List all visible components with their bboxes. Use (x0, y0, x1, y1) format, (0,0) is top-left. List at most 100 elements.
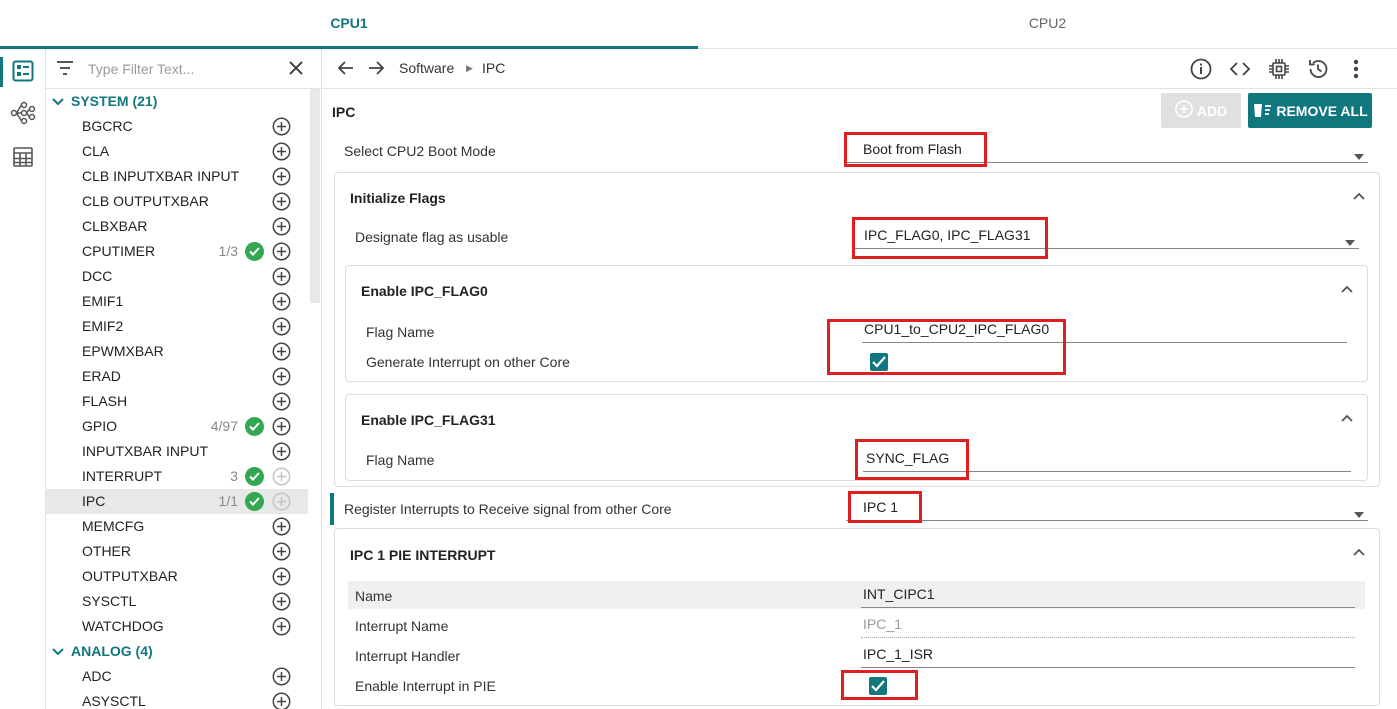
pie-handler-value: IPC_1_ISR (863, 646, 934, 662)
chevron-down-icon (52, 645, 64, 661)
info-icon[interactable] (1189, 57, 1213, 81)
add-circle-icon[interactable] (272, 192, 291, 211)
sidebar-item-label: CLB INPUTXBAR INPUT (82, 168, 240, 184)
add-circle-icon[interactable] (272, 117, 291, 136)
sidebar-item-label: CLBXBAR (82, 218, 148, 234)
ipc-content: IPC ADD REMOVE ALL Select CPU2 Boot Mode… (323, 89, 1397, 709)
register-interrupts-select[interactable]: IPC 1 (846, 495, 1368, 521)
add-circle-icon[interactable] (272, 617, 291, 636)
add-circle-icon[interactable] (272, 367, 291, 386)
sidebar-item[interactable]: EMIF2 (46, 314, 308, 339)
sidebar-item[interactable]: CLB OUTPUTXBAR (46, 189, 308, 214)
pie-interrupt-card: IPC 1 PIE INTERRUPT Name INT_CIPC1 Inter… (334, 528, 1380, 706)
add-circle-icon[interactable] (272, 692, 291, 709)
sidebar-item[interactable]: OTHER (46, 539, 308, 564)
pie-enable-label: Enable Interrupt in PIE (355, 678, 496, 694)
sidebar-item[interactable]: ERAD (46, 364, 308, 389)
sidebar-item[interactable]: DCC (46, 264, 308, 289)
sidebar-item[interactable]: CPUTIMER 1/3 (46, 239, 308, 264)
active-row-indicator (330, 493, 334, 525)
add-circle-icon[interactable] (272, 567, 291, 586)
chevron-up-icon[interactable] (1353, 543, 1365, 559)
module-sidebar: SYSTEM (21) BGCRC CLA CLB INPUTXBAR INPUT C… (46, 49, 322, 709)
initialize-flags-card: Initialize Flags Designate flag as usabl… (334, 172, 1380, 487)
sidebar-item[interactable]: GPIO 4/97 (46, 414, 308, 439)
sidebar-item[interactable]: EPWMXBAR (46, 339, 308, 364)
sidebar-item[interactable]: OUTPUTXBAR (46, 564, 308, 589)
page-title: IPC (332, 104, 356, 120)
sidebar-item[interactable]: ASYSCTL (46, 689, 308, 709)
highlight-box (852, 217, 1048, 259)
group-label: SYSTEM (21) (71, 93, 158, 109)
remove-all-button[interactable]: REMOVE ALL (1248, 93, 1372, 128)
sidebar-item[interactable]: BGCRC (46, 114, 308, 139)
sidebar-item[interactable]: WATCHDOG (46, 614, 308, 639)
chip-icon[interactable] (1267, 57, 1291, 81)
add-circle-icon[interactable] (272, 242, 291, 261)
more-vert-icon[interactable] (1344, 57, 1368, 81)
group-label: ANALOG (4) (71, 643, 153, 659)
sidebar-item[interactable]: IPC 1/1 (46, 489, 308, 514)
sidebar-item[interactable]: ADC (46, 664, 308, 689)
add-circle-icon[interactable] (272, 592, 291, 611)
add-circle-icon[interactable] (272, 167, 291, 186)
chevron-up-icon[interactable] (1341, 409, 1353, 425)
delete-sweep-icon (1252, 100, 1272, 121)
clear-filter-icon[interactable] (288, 60, 304, 79)
sidebar-scrollbar[interactable] (310, 89, 320, 303)
add-circle-icon[interactable] (272, 342, 291, 361)
add-circle-icon[interactable] (272, 442, 291, 461)
group-system[interactable]: SYSTEM (21) (46, 89, 308, 114)
forward-arrow-icon[interactable] (367, 59, 385, 80)
history-icon[interactable] (1306, 57, 1330, 81)
sidebar-item-label: EMIF1 (82, 293, 124, 309)
sidebar-item-count: 1/1 (218, 493, 238, 509)
sidebar-item-label: EMIF2 (82, 318, 124, 334)
group-analog[interactable]: ANALOG (4) (46, 639, 308, 664)
pie-interrupt-name-label: Interrupt Name (355, 618, 449, 634)
add-button[interactable]: ADD (1161, 93, 1241, 128)
add-circle-icon[interactable] (272, 542, 291, 561)
module-list-icon[interactable] (9, 57, 37, 85)
back-arrow-icon[interactable] (337, 59, 355, 80)
filter-input[interactable] (88, 58, 278, 80)
add-circle-icon[interactable] (272, 142, 291, 161)
sidebar-item[interactable]: CLB INPUTXBAR INPUT (46, 164, 308, 189)
pie-name-value: INT_CIPC1 (863, 586, 935, 602)
add-circle-icon[interactable] (272, 417, 291, 436)
add-circle-icon[interactable] (272, 517, 291, 536)
sidebar-item-count: 3 (230, 468, 238, 484)
sidebar-item-label: GPIO (82, 418, 118, 434)
pie-name-input[interactable]: INT_CIPC1 (861, 582, 1355, 608)
sidebar-item-label: CLB OUTPUTXBAR (82, 193, 209, 209)
add-circle-icon[interactable] (272, 392, 291, 411)
sidebar-item[interactable]: CLBXBAR (46, 214, 308, 239)
sidebar-item[interactable]: INPUTXBAR INPUT (46, 439, 308, 464)
tab-cpu2[interactable]: CPU2 (698, 0, 1397, 49)
sidebar-item[interactable]: MEMCFG (46, 514, 308, 539)
hierarchy-icon[interactable] (9, 99, 37, 127)
calculator-icon[interactable] (9, 143, 37, 171)
sidebar-item[interactable]: CLA (46, 139, 308, 164)
remove-all-label: REMOVE ALL (1276, 102, 1368, 119)
add-circle-icon[interactable] (272, 317, 291, 336)
check-circle-icon (245, 492, 264, 511)
add-circle-icon[interactable] (272, 667, 291, 686)
sidebar-item[interactable]: INTERRUPT 3 (46, 464, 308, 489)
pie-handler-input[interactable]: IPC_1_ISR (861, 642, 1355, 668)
add-circle-icon[interactable] (272, 292, 291, 311)
tab-cpu1[interactable]: CPU1 (0, 0, 698, 49)
breadcrumb-software[interactable]: Software (399, 60, 454, 76)
sidebar-item[interactable]: EMIF1 (46, 289, 308, 314)
chevron-up-icon[interactable] (1353, 187, 1365, 203)
breadcrumb-bar: Software ▶ IPC (323, 49, 1397, 89)
add-circle-icon[interactable] (272, 267, 291, 286)
sidebar-item[interactable]: FLASH (46, 389, 308, 414)
check-circle-icon (245, 242, 264, 261)
code-icon[interactable] (1228, 57, 1252, 81)
add-circle-icon[interactable] (272, 217, 291, 236)
sidebar-item[interactable]: SYSCTL (46, 589, 308, 614)
dropdown-arrow-icon (1354, 147, 1364, 163)
sidebar-item-label: WATCHDOG (82, 618, 164, 634)
chevron-up-icon[interactable] (1341, 280, 1353, 296)
